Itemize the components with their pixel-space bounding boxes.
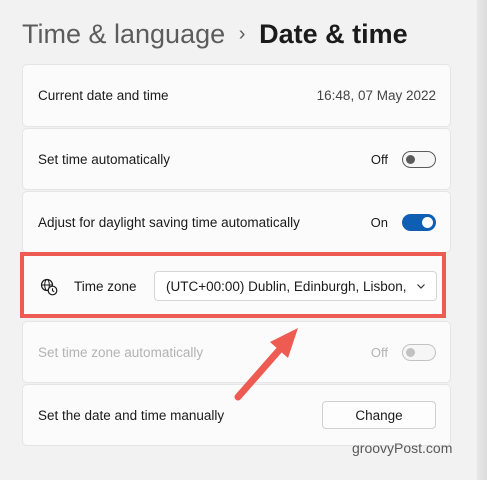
set-date-time-manually-label: Set the date and time manually [38,407,225,423]
breadcrumb: Time & language › Date & time [22,14,408,54]
set-time-automatically-state: Off [370,151,388,167]
page-title: Date & time [259,18,408,49]
toggle-knob [406,347,415,357]
set-time-zone-automatically-state: Off [370,344,388,360]
daylight-saving-label: Adjust for daylight saving time automati… [38,214,300,230]
set-date-time-manually-card: Set the date and time manually Change [22,384,451,446]
breadcrumb-parent[interactable]: Time & language [22,19,225,50]
current-date-time-card: Current date and time 16:48, 07 May 2022 [22,64,451,127]
set-time-automatically-control: Off [370,150,436,168]
breadcrumb-chevron-icon: › [238,22,246,45]
chevron-down-icon [417,284,425,289]
time-zone-dropdown[interactable]: (UTC+00:00) Dublin, Edinburgh, Lisbon, L… [154,271,437,301]
window-edge [477,0,487,480]
globe-clock-icon [40,278,58,296]
set-time-zone-automatically-card: Set time zone automatically Off [22,321,451,383]
set-time-automatically-toggle[interactable] [402,150,436,168]
settings-window: Time & language › Date & time Current da… [0,0,487,480]
daylight-saving-state: On [370,214,388,230]
toggle-knob [422,216,433,228]
toggle-knob [406,154,415,164]
current-date-time-label: Current date and time [38,88,169,103]
daylight-saving-control: On [370,213,436,231]
change-button[interactable]: Change [322,401,436,429]
watermark: groovyPost.com [352,440,453,456]
set-time-automatically-card: Set time automatically Off [22,128,451,190]
time-zone-label: Time zone [74,279,137,294]
time-zone-selected-value: (UTC+00:00) Dublin, Edinburgh, Lisbon, L… [166,279,406,294]
current-date-time-value: 16:48, 07 May 2022 [316,88,436,103]
time-zone-card: Time zone (UTC+00:00) Dublin, Edinburgh,… [20,252,446,318]
daylight-saving-card: Adjust for daylight saving time automati… [22,191,451,253]
set-time-automatically-label: Set time automatically [38,151,171,167]
set-time-zone-automatically-toggle[interactable] [402,343,436,361]
daylight-saving-toggle[interactable] [402,213,436,231]
set-time-zone-automatically-control: Off [370,343,436,361]
set-time-zone-automatically-label: Set time zone automatically [38,344,204,360]
